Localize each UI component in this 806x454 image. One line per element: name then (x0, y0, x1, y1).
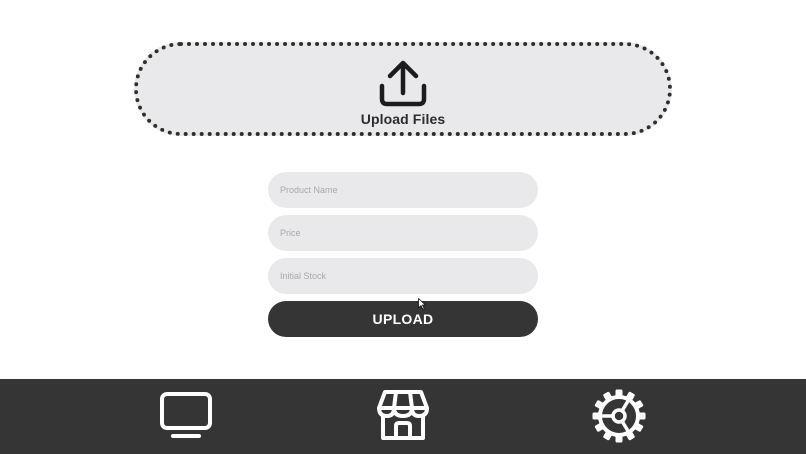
product-name-input[interactable] (268, 172, 538, 208)
store-icon (377, 390, 429, 440)
page: Upload Files UPLOAD (0, 0, 806, 454)
nav-tv-button[interactable] (156, 387, 216, 445)
nav-store-button[interactable] (373, 387, 433, 445)
upload-icon (379, 60, 427, 107)
tv-icon (160, 392, 212, 438)
settings-gear-icon (592, 389, 646, 443)
mouse-cursor-icon (418, 298, 426, 310)
upload-files-label: Upload Files (360, 111, 446, 127)
bottom-navigation-bar (0, 379, 806, 454)
initial-stock-input[interactable] (268, 258, 538, 294)
upload-button[interactable]: UPLOAD (268, 301, 538, 337)
price-input[interactable] (268, 215, 538, 251)
nav-settings-button[interactable] (589, 387, 649, 445)
upload-files-dropzone[interactable]: Upload Files (134, 42, 672, 136)
